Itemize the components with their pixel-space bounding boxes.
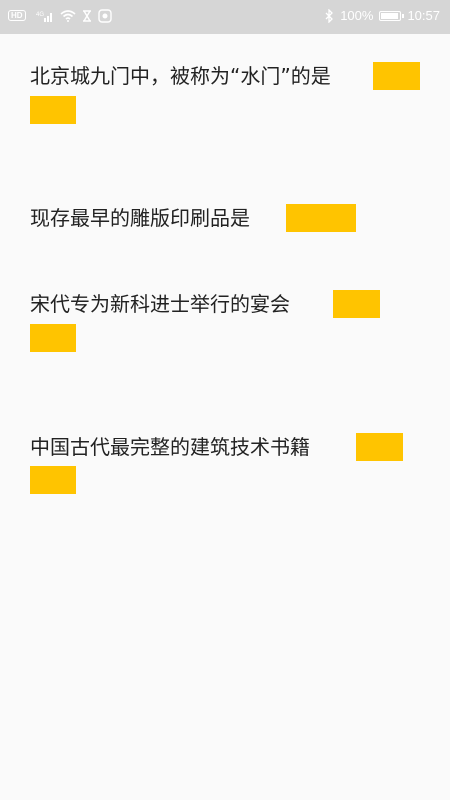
battery-percent: 100% [340, 8, 374, 23]
question-3-answer-blank-part-1[interactable] [333, 290, 380, 318]
question-3-text: 宋代专为新科进士举行的宴会 [30, 292, 290, 316]
question-1-answer-blank-part-2[interactable] [30, 96, 76, 124]
question-3-answer-blank-part-2[interactable] [30, 324, 76, 352]
battery-fill [381, 12, 399, 19]
status-bar: HD 4G 100% 10:57 [0, 0, 450, 34]
question-4-text: 中国古代最完整的建筑技术书籍 [30, 435, 310, 459]
question-4-answer-blank-part-2[interactable] [30, 466, 76, 494]
question-2-answer-blank[interactable] [286, 204, 356, 232]
question-1-answer-blank-part-1[interactable] [373, 62, 420, 90]
wifi-icon [60, 10, 76, 22]
hourglass-icon [82, 10, 92, 22]
hd-badge: HD [8, 10, 26, 21]
notification-icon [98, 9, 112, 23]
status-right-icons: 100% 10:57 [324, 8, 440, 23]
cellular-signal-icon: 4G [36, 10, 54, 22]
question-4-answer-blank-part-1[interactable] [356, 433, 403, 461]
signal-label: 4G [36, 12, 44, 18]
bluetooth-icon [324, 8, 334, 23]
question-2-text: 现存最早的雕版印刷品是 [30, 206, 250, 230]
clock-time: 10:57 [407, 8, 440, 23]
status-left-icons: 4G [36, 9, 112, 23]
battery-icon [379, 10, 405, 21]
question-1-text: 北京城九门中，被称为“水门”的是 [30, 64, 331, 88]
